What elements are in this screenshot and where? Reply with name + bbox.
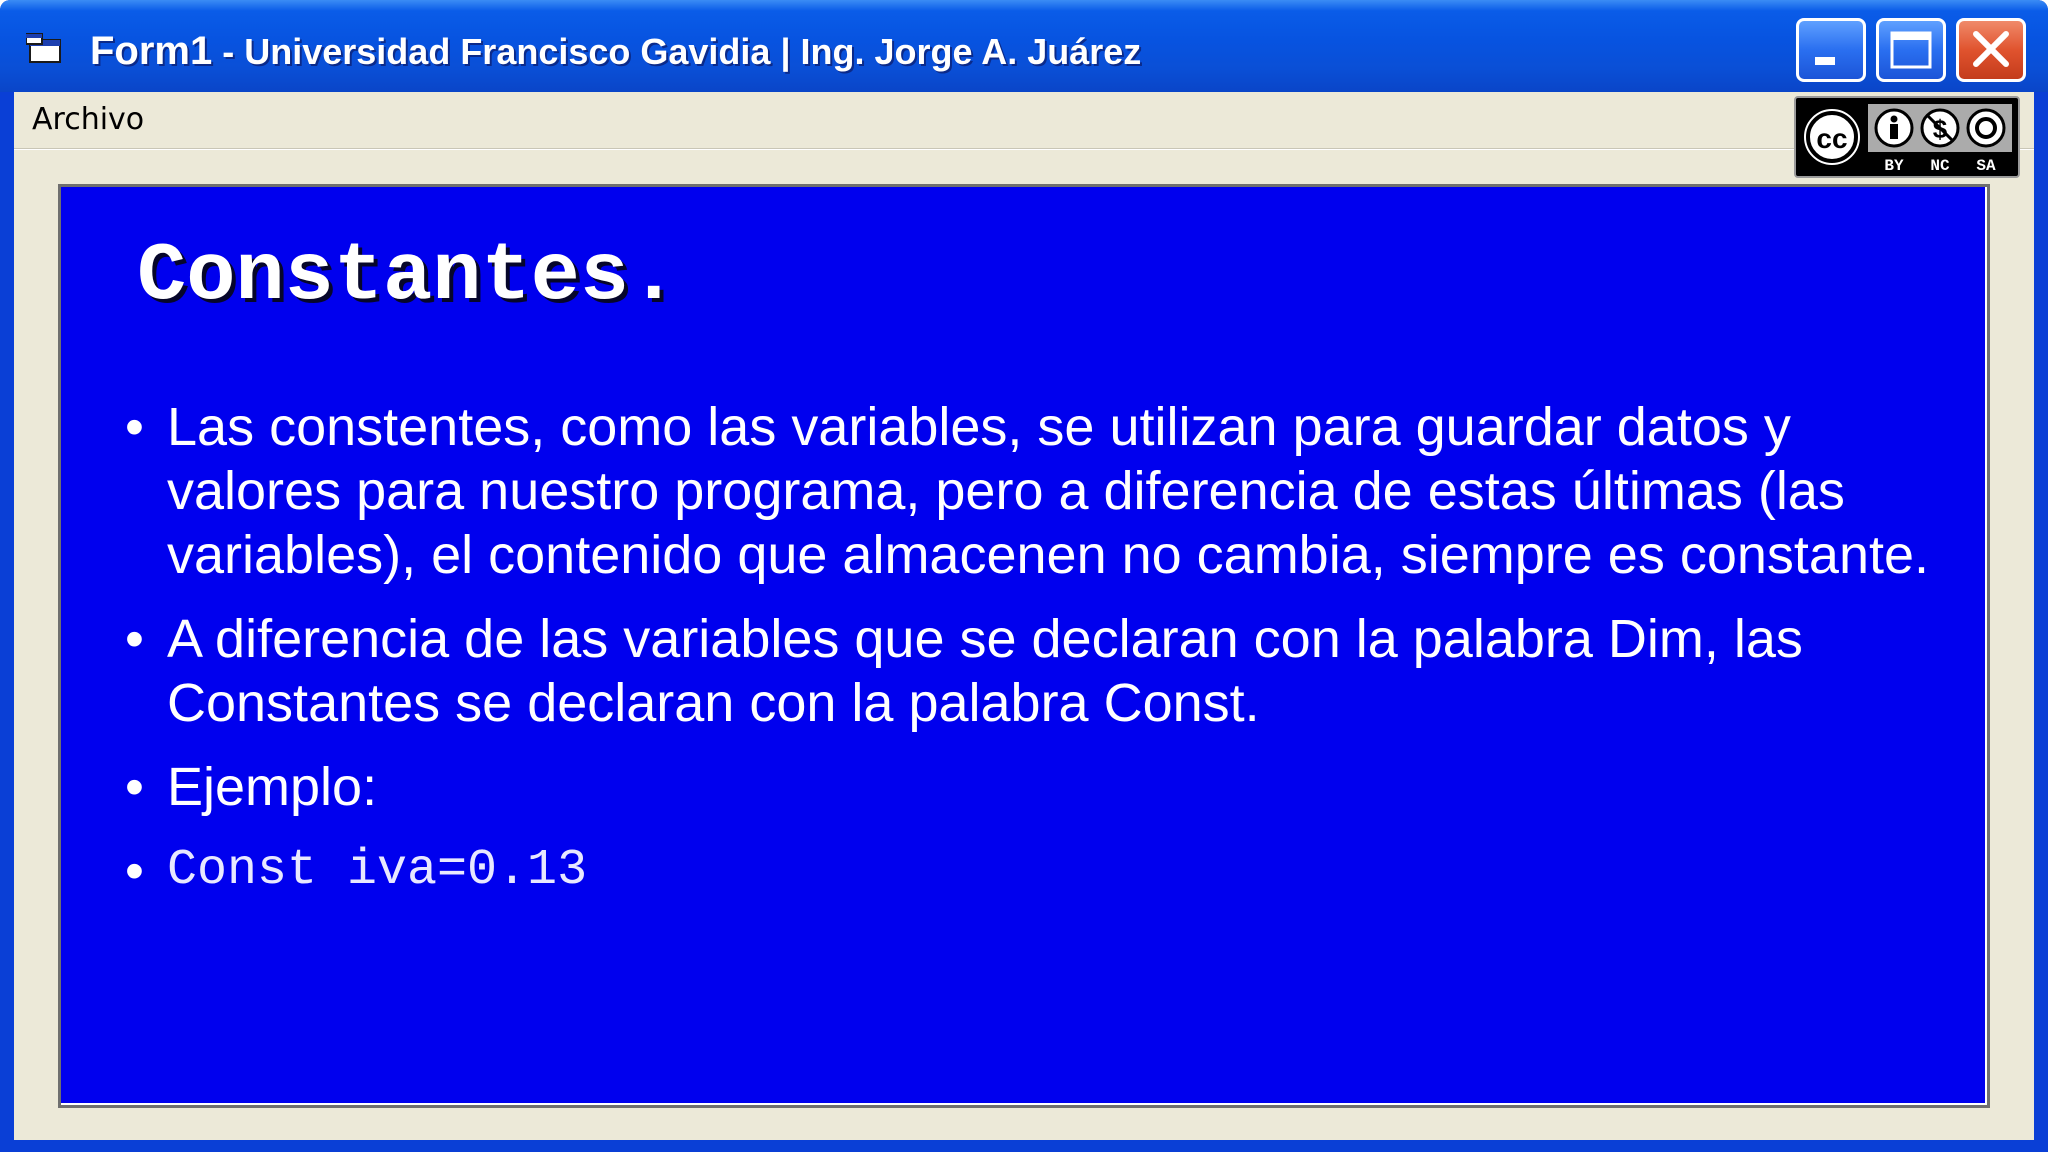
bullet-item: Las constentes, como las variables, se u…	[125, 395, 1965, 587]
slide-title: Constantes.	[137, 230, 679, 323]
bullet-item: Ejemplo:	[125, 755, 1965, 819]
code-example: Const iva=0.13	[125, 839, 1965, 903]
menu-item-archivo[interactable]: Archivo	[32, 100, 144, 140]
license-label-by: BY	[1884, 157, 1904, 175]
client-area: Archivo cc $ BY NC SA	[14, 92, 2034, 1140]
maximize-icon	[1890, 31, 1932, 69]
license-label-nc: NC	[1930, 157, 1950, 175]
license-label-sa: SA	[1976, 157, 1996, 175]
minimize-icon	[1815, 57, 1835, 65]
menu-separator	[14, 148, 2034, 150]
maximize-button[interactable]	[1876, 18, 1946, 82]
menu-bar: Archivo	[14, 92, 2034, 148]
application-window: Form1 - Universidad Francisco Gavidia | …	[0, 0, 2048, 1152]
bullet-item: A diferencia de las variables que se dec…	[125, 607, 1965, 735]
slide-panel: Constantes. Las constentes, como las var…	[58, 184, 1990, 1108]
minimize-button[interactable]	[1796, 18, 1866, 82]
close-icon	[1973, 31, 2009, 67]
license-labels: BY NC SA	[1884, 157, 1996, 175]
window-title-form: Form1	[90, 29, 213, 73]
bullet-list: Las constentes, como las variables, se u…	[125, 395, 1965, 923]
form-window-icon[interactable]	[26, 32, 66, 66]
window-title: Form1 - Universidad Francisco Gavidia | …	[90, 26, 1141, 76]
title-bar[interactable]: Form1 - Universidad Francisco Gavidia | …	[0, 0, 2048, 92]
close-button[interactable]	[1956, 18, 2026, 82]
window-title-rest: - Universidad Francisco Gavidia | Ing. J…	[212, 31, 1142, 72]
creative-commons-badge[interactable]: cc $ BY NC SA	[1794, 96, 2020, 178]
